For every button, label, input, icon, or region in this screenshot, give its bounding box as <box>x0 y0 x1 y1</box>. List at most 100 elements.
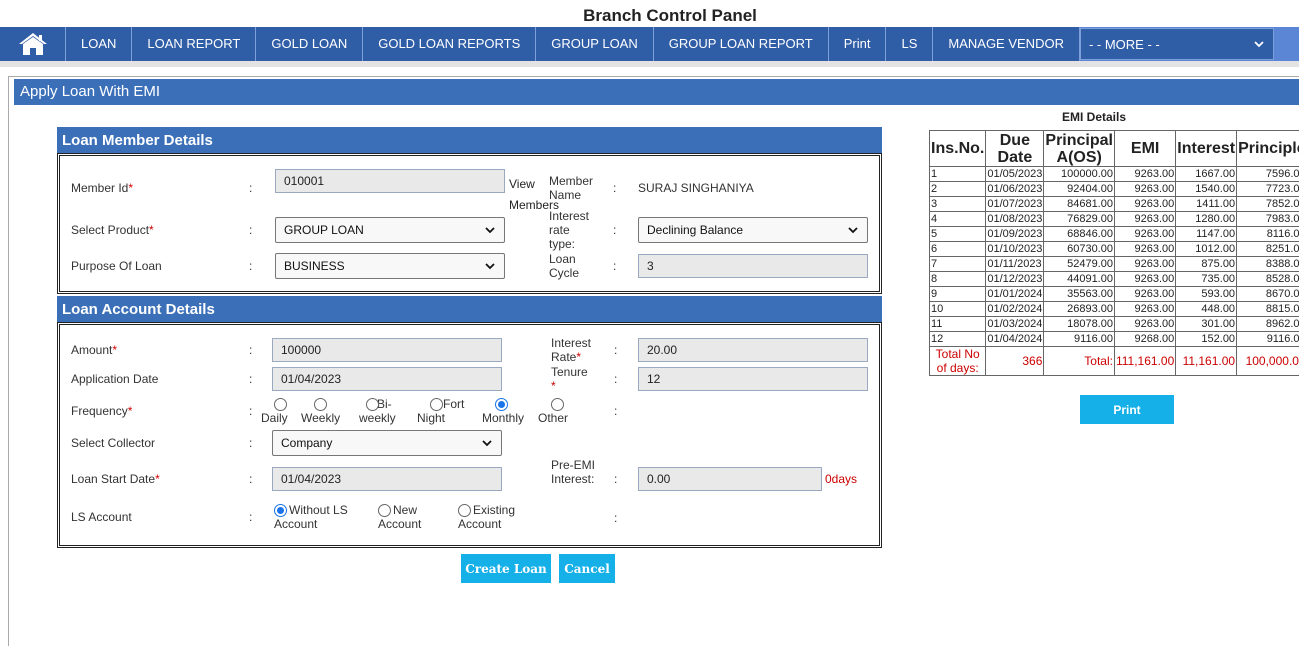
emi-cell: 68846.00 <box>1043 226 1115 242</box>
home-icon[interactable] <box>0 27 66 61</box>
emi-cell: 9263.00 <box>1113 271 1177 287</box>
chevron-down-icon <box>485 263 495 270</box>
emi-cell: 8388.00 <box>1236 256 1299 272</box>
nav-item-ls[interactable]: LS <box>886 27 934 61</box>
application-date-label: Application Date <box>71 372 159 386</box>
emi-total-cell: 366 <box>985 346 1045 376</box>
purpose-label: Purpose Of Loan <box>71 259 162 273</box>
amount-label: Amount* <box>71 343 118 357</box>
panel-border-left <box>8 76 9 646</box>
emi-cell: 01/05/2023 <box>985 166 1045 182</box>
nav-item-group-loan-report[interactable]: GROUP LOAN REPORT <box>653 27 829 61</box>
emi-cell: 9263.00 <box>1113 166 1177 182</box>
cancel-button[interactable]: Cancel <box>559 554 615 583</box>
amount-input[interactable]: 100000 <box>272 338 502 362</box>
nav-item-gold-loan[interactable]: GOLD LOAN <box>256 27 364 61</box>
ls-account-option[interactable]: Without LS Account <box>274 503 364 531</box>
chevron-down-icon <box>1254 41 1264 48</box>
emi-cell: 44091.00 <box>1043 271 1115 287</box>
interest-rate-input[interactable]: 20.00 <box>638 338 868 362</box>
emi-header-cell: Interest <box>1175 130 1238 167</box>
emi-header-cell: Due Date <box>985 130 1045 167</box>
emi-cell: 7 <box>928 256 987 272</box>
emi-cell: 01/09/2023 <box>985 226 1045 242</box>
more-select[interactable]: - - MORE - - <box>1079 28 1274 60</box>
ls-option-label: Without LS <box>289 503 348 517</box>
start-date-input[interactable]: 01/04/2023 <box>272 467 502 491</box>
nav-item-print[interactable]: Print <box>828 27 887 61</box>
emi-cell: 9 <box>928 286 987 302</box>
loan-cycle-input[interactable]: 3 <box>638 254 868 278</box>
emi-cell: 01/08/2023 <box>985 211 1045 227</box>
emi-cell: 52479.00 <box>1043 256 1115 272</box>
create-loan-button[interactable]: Create Loan <box>461 554 551 583</box>
emi-cell: 5 <box>928 226 987 242</box>
emi-cell: 1012.00 <box>1175 241 1238 257</box>
radio-button[interactable] <box>274 504 287 518</box>
emi-total-cell: Total: <box>1043 346 1115 376</box>
table-row: 801/12/202344091.009263.00735.008528.00 <box>928 271 1299 287</box>
emi-cell: 2 <box>928 181 987 197</box>
interest-type-select[interactable]: Declining Balance <box>638 217 868 243</box>
tenure-label: Tenure * <box>551 365 588 393</box>
radio-button[interactable] <box>458 504 471 518</box>
nav-item-gold-loan-reports[interactable]: GOLD LOAN REPORTS <box>363 27 537 61</box>
nav-item-loan[interactable]: LOAN <box>66 27 133 61</box>
ls-account-option[interactable]: New Account <box>378 503 468 531</box>
ls-account-label: LS Account <box>71 510 132 524</box>
print-button[interactable]: Print <box>1080 395 1174 424</box>
emi-cell: 9116.00 <box>1236 331 1299 347</box>
radio-button[interactable] <box>495 398 508 412</box>
emi-table: Ins.No. Due Date Principal A(OS) EMI Interes… <box>928 130 1299 376</box>
radio-button[interactable] <box>430 398 443 412</box>
ls-account-option[interactable]: Existing Account <box>458 503 548 531</box>
purpose-select[interactable]: BUSINESS <box>275 253 505 279</box>
emi-cell: 18078.00 <box>1043 316 1115 332</box>
radio-button[interactable] <box>314 398 327 412</box>
tenure-input[interactable]: 12 <box>638 367 868 391</box>
pre-emi-input[interactable]: 0.00 <box>638 467 822 491</box>
emi-cell: 8670.00 <box>1236 286 1299 302</box>
emi-cell: 8116.00 <box>1236 226 1299 242</box>
emi-cell: 9116.00 <box>1043 331 1115 347</box>
emi-cell: 9263.00 <box>1113 301 1177 317</box>
emi-cell: 875.00 <box>1175 256 1238 272</box>
emi-cell: 9263.00 <box>1113 316 1177 332</box>
table-row: 1001/02/202426893.009263.00448.008815.00 <box>928 301 1299 317</box>
emi-cell: 01/01/2024 <box>985 286 1045 302</box>
ls-option-label: New <box>393 503 418 517</box>
emi-cell: 9268.00 <box>1113 331 1177 347</box>
panel-border <box>8 76 1299 77</box>
nav-item-group-loan[interactable]: GROUP LOAN <box>536 27 654 61</box>
nav-divider <box>0 61 1299 67</box>
frequency-option[interactable]: Other <box>538 397 613 425</box>
table-row: 1201/04/20249116.009268.00152.009116.00 <box>928 331 1299 347</box>
emi-cell: 01/12/2023 <box>985 271 1045 287</box>
radio-button[interactable] <box>274 398 287 412</box>
start-date-label: Loan Start Date* <box>71 472 160 486</box>
emi-cell: 1540.00 <box>1175 181 1238 197</box>
emi-header-cell: EMI <box>1113 130 1177 167</box>
radio-button[interactable] <box>378 504 391 518</box>
emi-cell: 1667.00 <box>1175 166 1238 182</box>
nav-item-manage-vendor[interactable]: MANAGE VENDOR <box>933 27 1080 61</box>
emi-header-cell: Principal A(OS) <box>1043 130 1115 167</box>
product-label: Select Product* <box>71 223 154 237</box>
view-members-link[interactable]: View Members <box>275 174 559 216</box>
product-select[interactable]: GROUP LOAN <box>275 217 505 243</box>
more-select-label: - - MORE - - <box>1088 36 1160 52</box>
table-row: 1101/03/202418078.009263.00301.008962.00 <box>928 316 1299 332</box>
nav-item-loan-report[interactable]: LOAN REPORT <box>132 27 257 61</box>
radio-button[interactable] <box>551 398 564 412</box>
collector-select[interactable]: Company <box>272 430 502 456</box>
frequency-option-label: weekly <box>359 411 396 426</box>
emi-cell: 8 <box>928 271 987 287</box>
emi-cell: 7596.00 <box>1236 166 1299 182</box>
member-name-value: SURAJ SINGHANIYA <box>638 181 754 195</box>
emi-cell: 7852.00 <box>1236 196 1299 212</box>
emi-cell: 35563.00 <box>1043 286 1115 302</box>
application-date-input[interactable]: 01/04/2023 <box>272 367 502 391</box>
chevron-down-icon <box>848 227 858 234</box>
emi-cell: 8251.00 <box>1236 241 1299 257</box>
emi-cell: 1411.00 <box>1175 196 1238 212</box>
